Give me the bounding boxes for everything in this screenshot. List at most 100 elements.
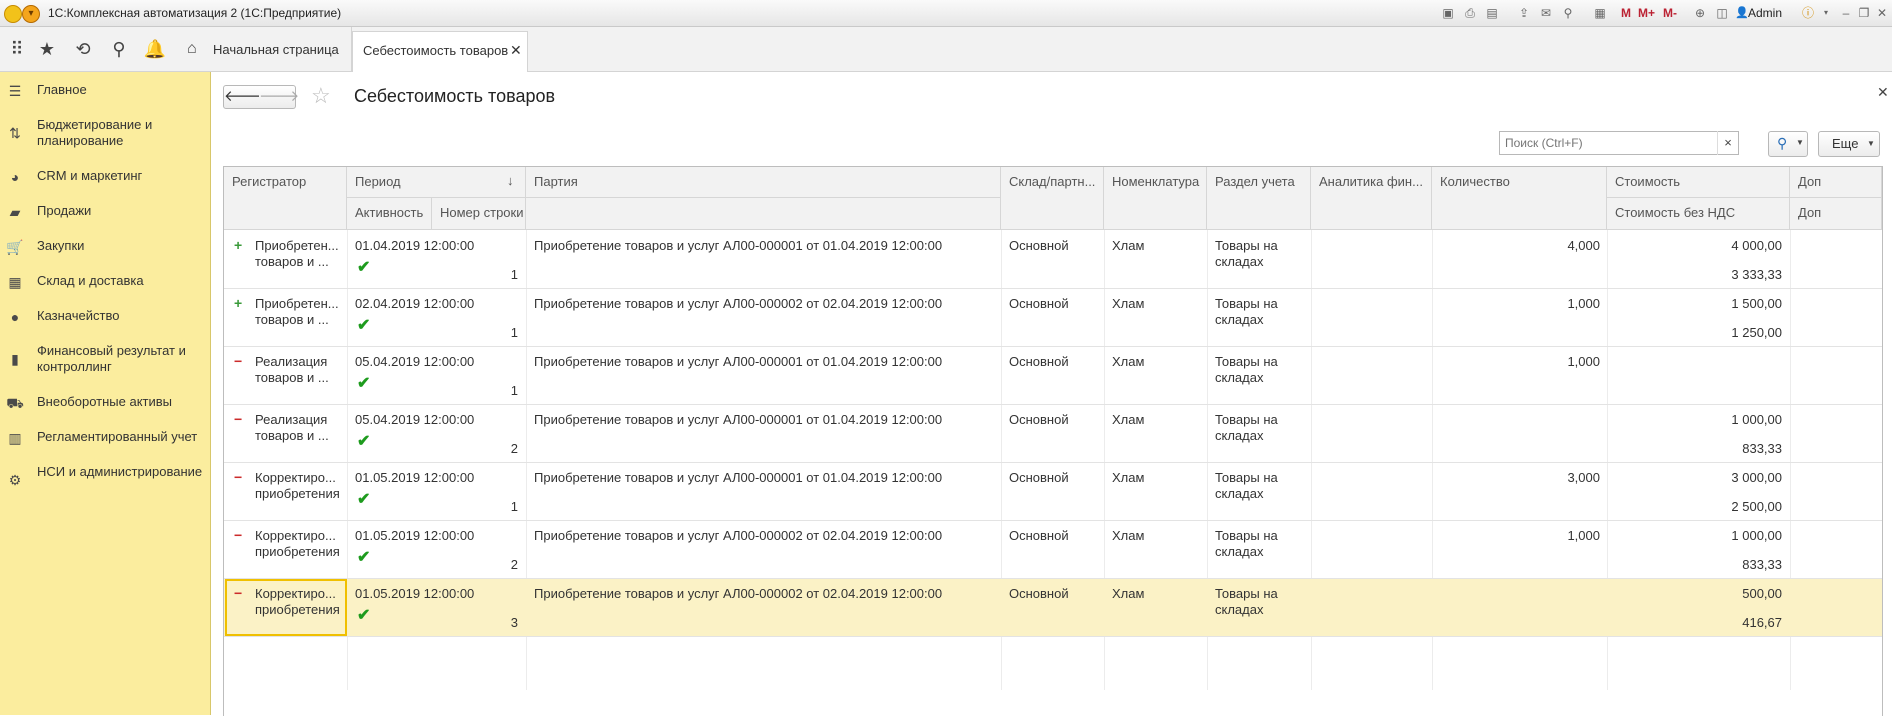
cell-warehouse[interactable]: Основной [1009,412,1069,427]
table-row[interactable]: − Корректиро... приобретения 01.05.2019 12… [224,463,1882,521]
forward-button[interactable]: 🡒 [259,85,299,109]
cell-cost[interactable]: 3 000,00 [1607,470,1782,485]
mail-icon[interactable]: ✉ [1538,5,1554,21]
cell-nomenclature[interactable]: Хлам [1112,238,1144,253]
user-name[interactable]: Admin [1748,6,1782,20]
cell-line-number[interactable]: 1 [432,325,518,340]
cell-line-number[interactable]: 2 [432,557,518,572]
calculator-small-icon[interactable] [1566,5,1582,21]
favorite-star-icon[interactable]: ☆ [311,83,331,109]
table-row[interactable]: − Реализация товаров и ... 05.04.2019 12:0… [224,347,1882,405]
cell-period[interactable]: 02.04.2019 12:00:00 [355,296,474,311]
header-quantity[interactable]: Количество [1432,167,1607,230]
cell-quantity[interactable]: 3,000 [1432,470,1600,485]
header-cost-no-vat[interactable]: Стоимость без НДС [1607,198,1790,230]
cell-warehouse[interactable]: Основной [1009,470,1069,485]
cell-period[interactable]: 01.05.2019 12:00:00 [355,528,474,543]
zoom-icon[interactable]: ⊕ [1692,5,1708,21]
cell-line-number[interactable]: 2 [432,441,518,456]
header-warehouse[interactable]: Склад/партн... [1001,167,1104,230]
cell-cost-no-vat[interactable]: 1 250,00 [1607,325,1782,340]
header-registrator[interactable]: Регистратор [224,167,347,230]
header-extra[interactable]: Доп [1790,167,1882,198]
cell-batch[interactable]: Приобретение товаров и услуг АЛ00-000001… [534,238,994,253]
cell-section[interactable]: Товары на складах [1215,586,1305,618]
cell-warehouse[interactable]: Основной [1009,354,1069,369]
cell-section[interactable]: Товары на складах [1215,412,1305,444]
app-logo-icon[interactable] [4,5,22,23]
cell-period[interactable]: 05.04.2019 12:00:00 [355,412,474,427]
cell-warehouse[interactable]: Основной [1009,586,1069,601]
cell-batch[interactable]: Приобретение товаров и услуг АЛ00-000002… [534,528,994,543]
cell-batch[interactable]: Приобретение товаров и услуг АЛ00-000001… [534,354,994,369]
search-button[interactable]: ⚲ ▼ [1768,131,1808,157]
header-accounting-section[interactable]: Раздел учета [1207,167,1311,230]
header-fin-analytics[interactable]: Аналитика фин... [1311,167,1432,230]
cell-cost-no-vat[interactable]: 3 333,33 [1607,267,1782,282]
info-icon[interactable]: ⓘ [1800,5,1816,21]
search-input[interactable] [1500,132,1711,154]
header-nomenclature[interactable]: Номенклатура [1104,167,1207,230]
cell-cost-no-vat[interactable]: 2 500,00 [1607,499,1782,514]
cell-registrator[interactable]: Реализация товаров и ... [255,354,341,386]
cell-nomenclature[interactable]: Хлам [1112,412,1144,427]
cell-section[interactable]: Товары на складах [1215,238,1305,270]
header-line-number[interactable]: Номер строки [432,198,526,230]
cell-period[interactable]: 05.04.2019 12:00:00 [355,354,474,369]
search-field[interactable] [1499,131,1739,155]
table-row[interactable]: + Приобретен... товаров и ... 02.04.2019 1… [224,289,1882,347]
cell-section[interactable]: Товары на складах [1215,354,1305,386]
cell-quantity[interactable]: 1,000 [1432,528,1600,543]
cell-cost-no-vat[interactable]: 833,33 [1607,557,1782,572]
cell-cost[interactable]: 1 500,00 [1607,296,1782,311]
cell-cost[interactable]: 500,00 [1607,586,1782,601]
apps-grid-icon[interactable]: ⠿ [0,35,34,63]
cell-section[interactable]: Товары на складах [1215,296,1305,328]
cell-line-number[interactable]: 1 [432,267,518,282]
app-menu-icon[interactable]: ▾ [22,5,40,23]
close-window-icon[interactable]: ✕ [1874,5,1890,21]
cell-line-number[interactable]: 1 [432,499,518,514]
cell-line-number[interactable]: 1 [432,383,518,398]
search-icon[interactable]: ⚲ [102,35,136,63]
cell-registrator[interactable]: Реализация товаров и ... [255,412,341,444]
info-caret-icon[interactable]: ▾ [1818,5,1834,21]
cell-period[interactable]: 01.05.2019 12:00:00 [355,586,474,601]
tab-home[interactable]: ⌂ Начальная страница [175,27,352,71]
cell-nomenclature[interactable]: Хлам [1112,528,1144,543]
cell-cost[interactable]: 1 000,00 [1607,412,1782,427]
favorites-star-icon[interactable]: ★ [30,35,64,63]
cell-cost-no-vat[interactable]: 833,33 [1607,441,1782,456]
table-row[interactable]: + Приобретен... товаров и ... 01.04.2019 1… [224,231,1882,289]
cell-warehouse[interactable]: Основной [1009,296,1069,311]
panels-icon[interactable]: ◫ [1714,5,1730,21]
cell-registrator[interactable]: Приобретен... товаров и ... [255,238,341,270]
table-row[interactable]: − Корректиро... приобретения 01.05.2019 12… [224,579,1882,637]
history-icon[interactable]: ⟲ [66,35,100,63]
cell-nomenclature[interactable]: Хлам [1112,354,1144,369]
cell-cost[interactable]: 1 000,00 [1607,528,1782,543]
tab-close-icon[interactable]: ✕ [510,42,522,59]
memory-m-icon[interactable]: M [1618,5,1634,21]
cell-line-number[interactable]: 3 [432,615,518,630]
cell-nomenclature[interactable]: Хлам [1112,296,1144,311]
cell-batch[interactable]: Приобретение товаров и услуг АЛ00-000001… [534,470,994,485]
memory-mplus-icon[interactable]: M+ [1638,5,1655,21]
cell-nomenclature[interactable]: Хлам [1112,586,1144,601]
cell-nomenclature[interactable]: Хлам [1112,470,1144,485]
form-close-icon[interactable]: ✕ [1877,84,1889,101]
restore-icon[interactable]: ❐ [1856,5,1872,21]
cell-registrator[interactable]: Корректиро... приобретения [255,470,341,502]
cell-batch[interactable]: Приобретение товаров и услуг АЛ00-000001… [534,412,994,427]
header-batch[interactable]: Партия [526,167,1001,198]
cell-section[interactable]: Товары на складах [1215,528,1305,560]
preview-icon[interactable]: ▤ [1484,5,1500,21]
header-period[interactable]: Период [347,167,526,198]
cell-section[interactable]: Товары на складах [1215,470,1305,502]
tab-cost-of-goods[interactable]: Себестоимость товаров ✕ [352,31,528,72]
cell-batch[interactable]: Приобретение товаров и услуг АЛ00-000002… [534,296,994,311]
cell-batch[interactable]: Приобретение товаров и услуг АЛ00-000002… [534,586,994,601]
minimize-icon[interactable]: – [1838,5,1854,21]
table-row[interactable]: − Реализация товаров и ... 05.04.2019 12:0… [224,405,1882,463]
cell-quantity[interactable]: 1,000 [1432,354,1600,369]
